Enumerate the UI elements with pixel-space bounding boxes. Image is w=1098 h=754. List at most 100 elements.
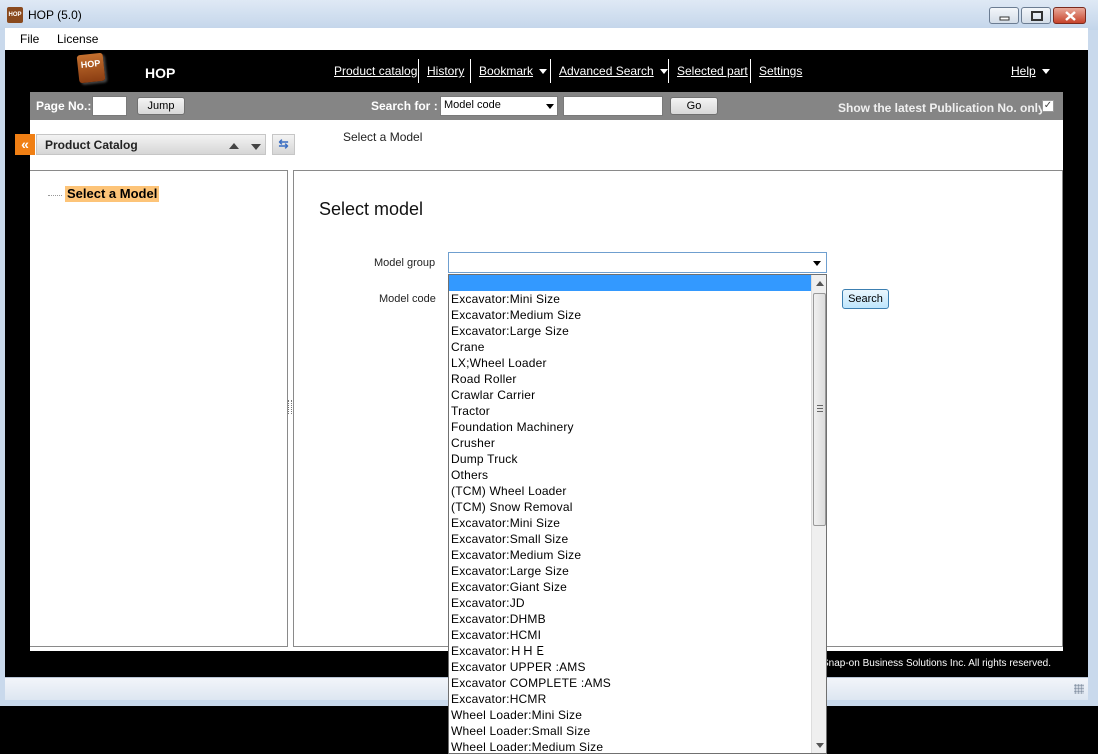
- nav-separator: [550, 59, 551, 83]
- model-group-label: Model group: [374, 257, 436, 269]
- dropdown-option[interactable]: Dump Truck: [449, 451, 811, 467]
- chevron-down-icon: [1041, 69, 1050, 75]
- catalog-panel-title: Product Catalog: [45, 138, 138, 152]
- tree-node-select-model[interactable]: Select a Model: [65, 186, 160, 202]
- scroll-down-icon[interactable]: [816, 743, 824, 748]
- nav-selected-part[interactable]: Selected part: [677, 64, 748, 78]
- nav-history[interactable]: History: [427, 64, 464, 78]
- menu-license[interactable]: License: [57, 32, 98, 46]
- latest-publication-checkbox[interactable]: ✓: [1042, 100, 1054, 112]
- model-group-select[interactable]: [448, 252, 827, 273]
- dropdown-option[interactable]: Tractor: [449, 403, 811, 419]
- model-code-label: Model code: [379, 293, 436, 305]
- dropdown-option[interactable]: Excavator:DHMB: [449, 611, 811, 627]
- dropdown-option[interactable]: Excavator:Medium Size: [449, 307, 811, 323]
- dropdown-option[interactable]: Excavator:Giant Size: [449, 579, 811, 595]
- dropdown-option[interactable]: Others: [449, 467, 811, 483]
- copyright-text: Snap-on Business Solutions Inc. All righ…: [822, 658, 1052, 669]
- menu-file[interactable]: File: [20, 32, 39, 46]
- nav-bookmark-label: Bookmark: [479, 64, 534, 78]
- dropdown-option[interactable]: Crusher: [449, 435, 811, 451]
- breadcrumb: Select a Model: [343, 130, 423, 144]
- menu-bar: File License: [5, 28, 1088, 50]
- dropdown-option[interactable]: Excavator UPPER :AMS: [449, 659, 811, 675]
- dropdown-list: Excavator:Mini Size Excavator:Medium Siz…: [449, 275, 811, 753]
- search-toolbar: Page No.: Jump Search for : Model code G…: [30, 92, 1063, 120]
- nav-bookmark[interactable]: Bookmark: [479, 64, 548, 78]
- brand-name: HOP: [145, 65, 176, 81]
- dropdown-scrollbar[interactable]: [811, 275, 826, 753]
- dropdown-option[interactable]: Wheel Loader:Small Size: [449, 723, 811, 739]
- nav-settings[interactable]: Settings: [759, 64, 802, 78]
- collapse-panel-button[interactable]: «: [15, 134, 35, 155]
- dropdown-option[interactable]: Excavator:ＨＨＥ: [449, 643, 811, 659]
- nav-help-label: Help: [1011, 64, 1036, 78]
- resize-grip-icon[interactable]: [1074, 684, 1084, 694]
- scroll-up-icon[interactable]: [816, 281, 824, 286]
- catalog-tree-panel: [30, 170, 288, 647]
- dropdown-option[interactable]: (TCM) Snow Removal: [449, 499, 811, 515]
- dropdown-option[interactable]: [449, 275, 811, 291]
- go-button[interactable]: Go: [670, 97, 718, 115]
- nav-help[interactable]: Help: [1011, 64, 1050, 78]
- search-for-label: Search for :: [371, 99, 438, 113]
- model-group-dropdown: Excavator:Mini Size Excavator:Medium Siz…: [448, 274, 827, 754]
- search-input[interactable]: [563, 96, 663, 116]
- chevron-down-icon: [539, 69, 548, 75]
- dropdown-option[interactable]: Crawlar Carrier: [449, 387, 811, 403]
- page-no-label: Page No.:: [36, 99, 92, 113]
- dropdown-option[interactable]: Excavator COMPLETE :AMS: [449, 675, 811, 691]
- nav-advanced-search-label: Advanced Search: [559, 64, 654, 78]
- dropdown-option[interactable]: Excavator:HCMI: [449, 627, 811, 643]
- dropdown-option[interactable]: Road Roller: [449, 371, 811, 387]
- close-button[interactable]: [1053, 7, 1086, 24]
- page-no-input[interactable]: [92, 96, 127, 116]
- maximize-button[interactable]: [1021, 7, 1051, 24]
- dropdown-option[interactable]: LX;Wheel Loader: [449, 355, 811, 371]
- restore-icon: [1031, 11, 1043, 21]
- dropdown-option[interactable]: Excavator:Large Size: [449, 323, 811, 339]
- latest-publication-label: Show the latest Publication No. only: [838, 101, 1045, 115]
- nav-separator: [470, 59, 471, 83]
- close-icon: [1065, 11, 1076, 21]
- window-title: HOP (5.0): [28, 8, 82, 22]
- nav-separator: [668, 59, 669, 83]
- jump-button[interactable]: Jump: [137, 97, 185, 115]
- panel-splitter[interactable]: [288, 400, 292, 414]
- arrow-down-icon[interactable]: [251, 144, 261, 150]
- dropdown-option[interactable]: Excavator:Mini Size: [449, 291, 811, 307]
- dropdown-option[interactable]: (TCM) Wheel Loader: [449, 483, 811, 499]
- sync-icon[interactable]: ⇆: [272, 134, 295, 155]
- hop-logo-icon: HOP: [76, 52, 106, 84]
- search-for-selected: Model code: [444, 99, 501, 111]
- dropdown-option[interactable]: Excavator:Large Size: [449, 563, 811, 579]
- dropdown-option[interactable]: Foundation Machinery: [449, 419, 811, 435]
- catalog-panel-header: Product Catalog: [36, 134, 266, 155]
- app-icon: HOP: [7, 7, 23, 23]
- dropdown-option[interactable]: Excavator:Medium Size: [449, 547, 811, 563]
- grip-icon: [817, 405, 823, 412]
- minimize-button[interactable]: [989, 7, 1019, 24]
- dropdown-option[interactable]: Excavator:Small Size: [449, 531, 811, 547]
- title-bar: HOP HOP (5.0): [0, 0, 1098, 30]
- dropdown-option[interactable]: Excavator:HCMR: [449, 691, 811, 707]
- search-button[interactable]: Search: [842, 289, 889, 309]
- dropdown-option[interactable]: Crane: [449, 339, 811, 355]
- nav-advanced-search[interactable]: Advanced Search: [559, 64, 668, 78]
- nav-separator: [750, 59, 751, 83]
- nav-separator: [418, 59, 419, 83]
- dropdown-option[interactable]: Excavator:Mini Size: [449, 515, 811, 531]
- chevron-down-icon: [813, 261, 821, 266]
- dropdown-option[interactable]: Wheel Loader:Medium Size: [449, 739, 811, 753]
- minimize-icon: [999, 16, 1010, 21]
- search-for-select[interactable]: Model code: [440, 96, 558, 116]
- chevron-down-icon: [546, 104, 554, 109]
- scrollbar-thumb[interactable]: [813, 293, 826, 526]
- arrow-up-icon[interactable]: [229, 143, 239, 149]
- chevron-down-icon: [659, 69, 668, 75]
- page-title: Select model: [319, 199, 424, 219]
- tree-connector: [48, 195, 62, 196]
- dropdown-option[interactable]: Excavator:JD: [449, 595, 811, 611]
- nav-product-catalog[interactable]: Product catalog: [334, 64, 417, 78]
- dropdown-option[interactable]: Wheel Loader:Mini Size: [449, 707, 811, 723]
